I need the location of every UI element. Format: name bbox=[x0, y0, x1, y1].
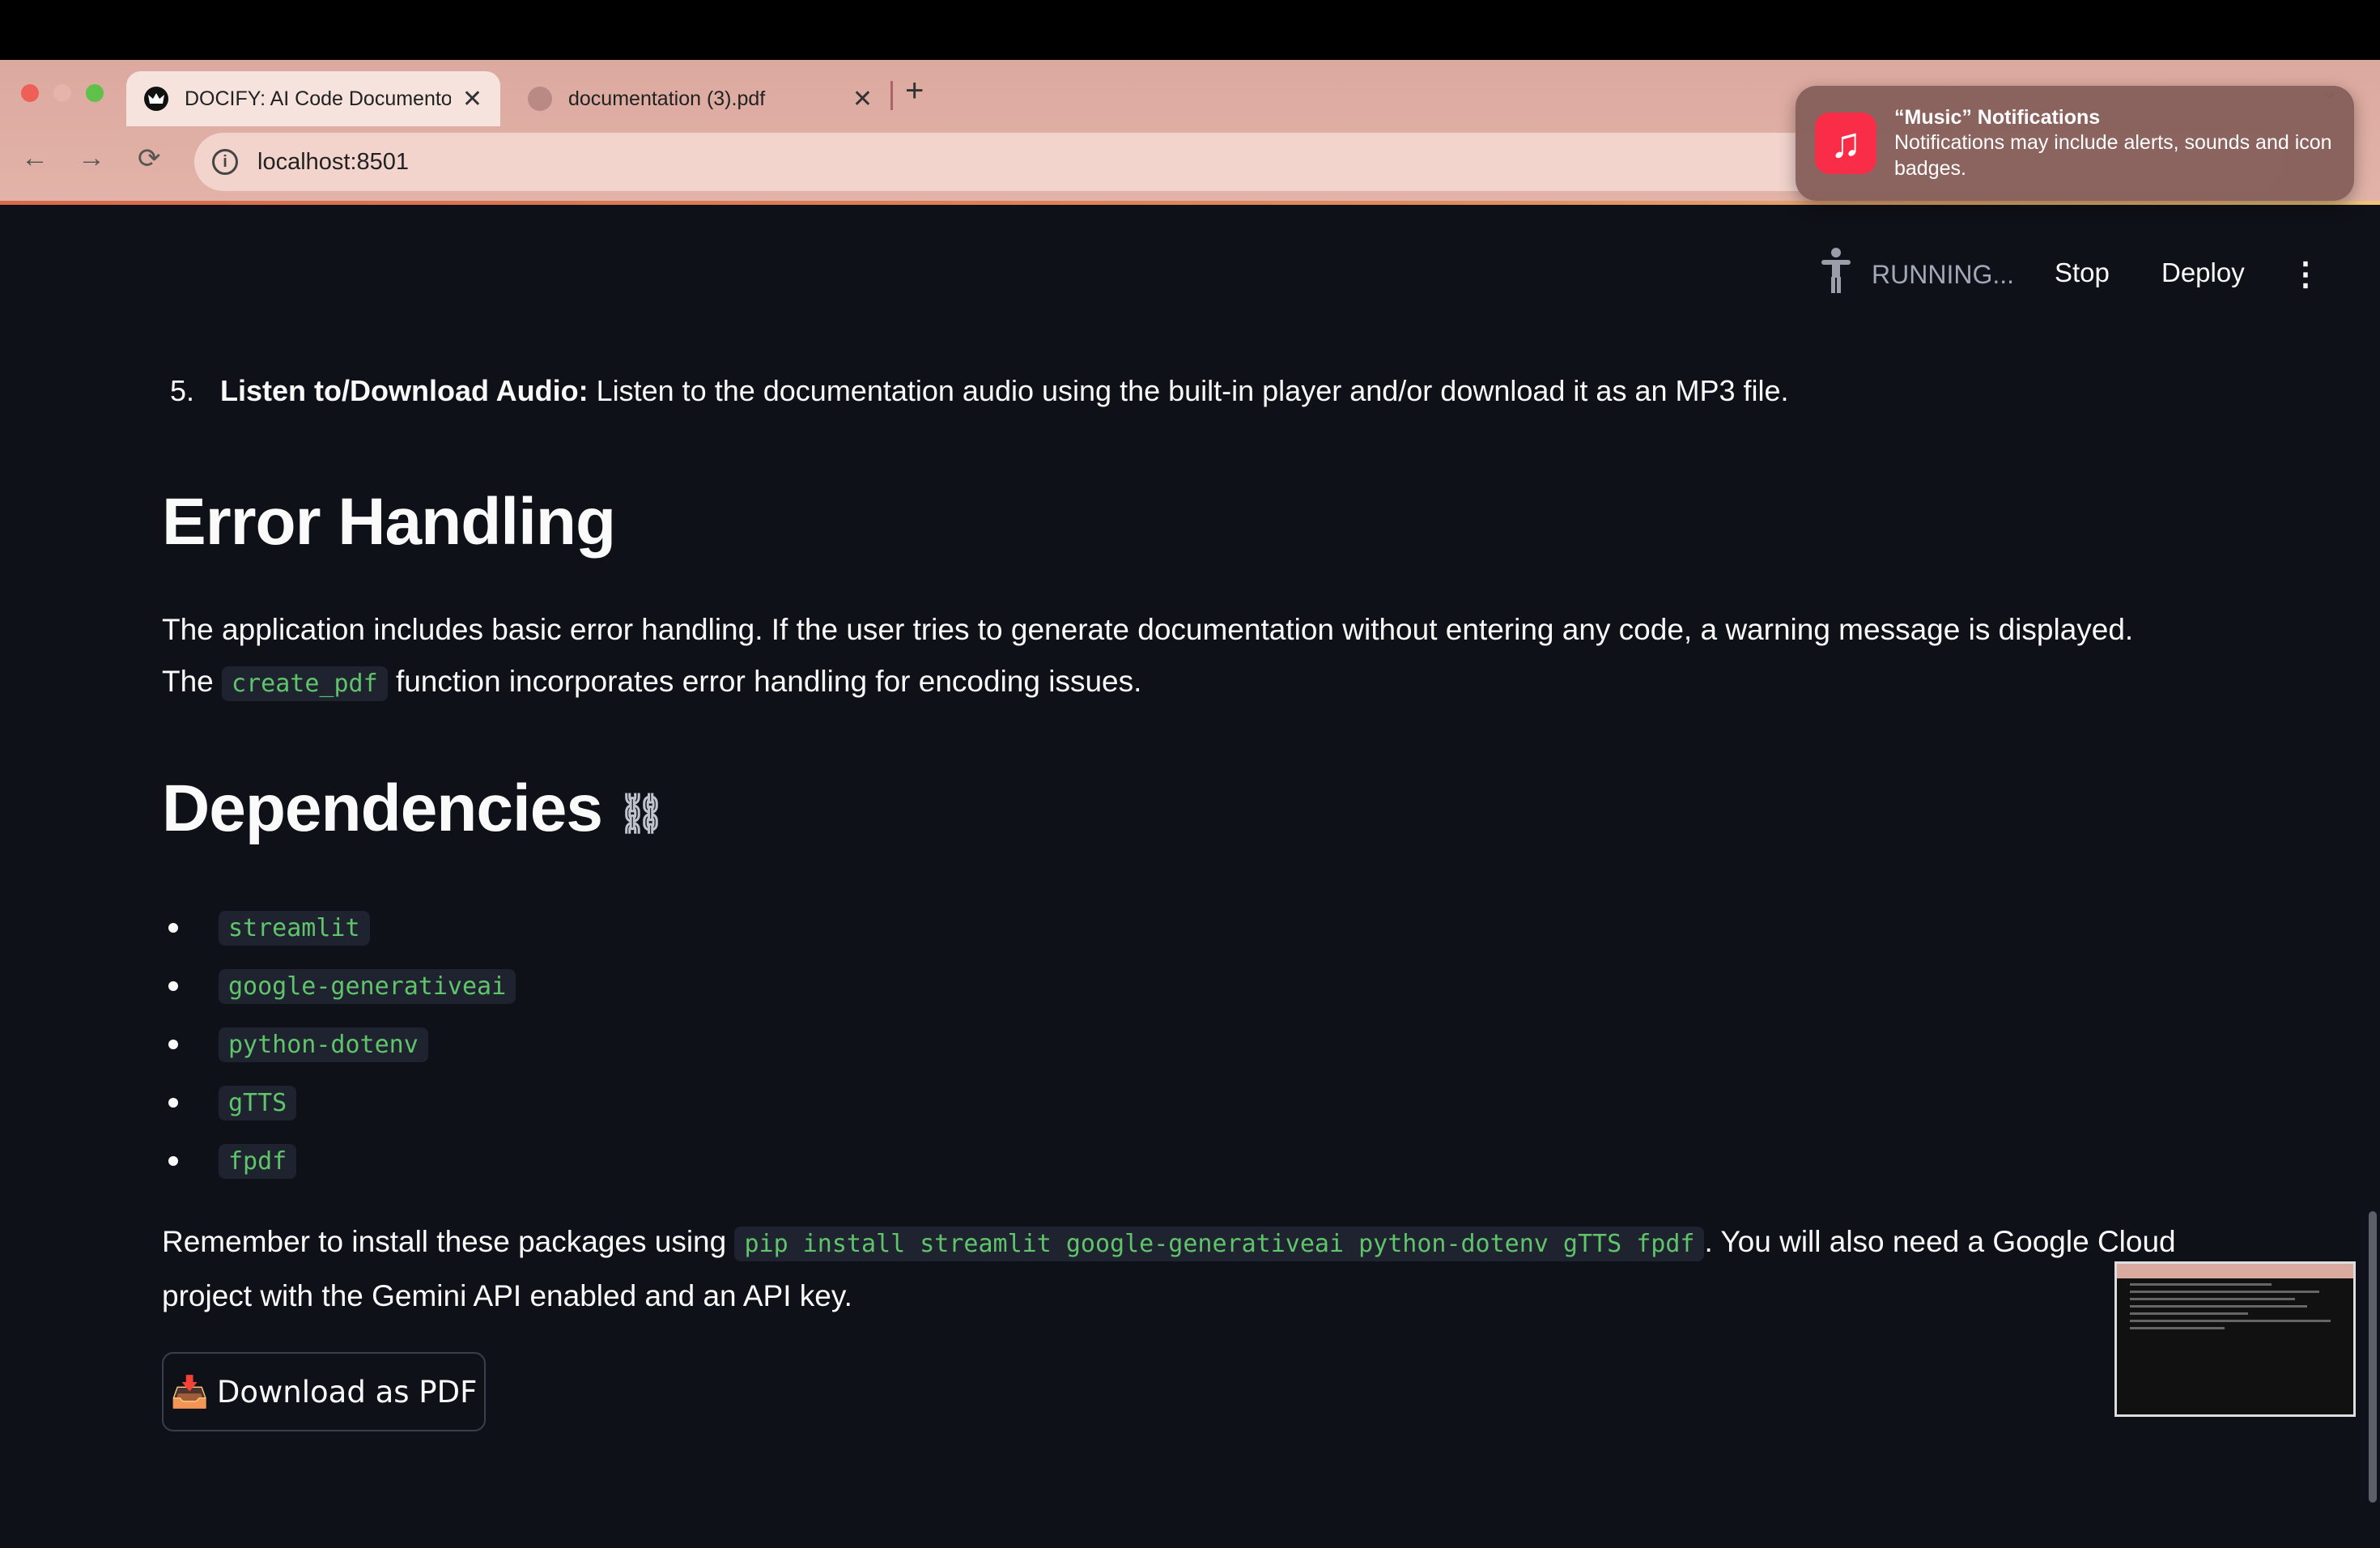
inline-code: pip install streamlit google-generativea… bbox=[734, 1227, 1705, 1261]
text: . You will also need a Google Cloud bbox=[1704, 1225, 2176, 1258]
button-label: Download as PDF bbox=[216, 1374, 478, 1410]
list-number: 5. bbox=[170, 374, 195, 407]
bullet bbox=[168, 923, 178, 933]
minimize-window-button[interactable] bbox=[53, 84, 71, 102]
page-scrollbar[interactable] bbox=[2369, 1211, 2377, 1503]
url-text: localhost:8501 bbox=[257, 148, 410, 175]
back-arrow-icon[interactable]: ← bbox=[21, 142, 49, 174]
globe-favicon-icon bbox=[528, 87, 552, 111]
inbox-tray-icon: 📥 bbox=[170, 1373, 209, 1410]
tab-documentation-pdf[interactable]: documentation (3).pdf ✕ bbox=[510, 71, 890, 126]
status-text: RUNNING... bbox=[1872, 259, 2014, 289]
loading-progress-line bbox=[0, 201, 2380, 205]
crown-favicon-icon bbox=[144, 87, 168, 111]
step-text: Listen to the documentation audio using … bbox=[588, 374, 1789, 407]
anchor-link-icon[interactable]: ⛓ bbox=[617, 793, 666, 836]
music-note-icon: ♫ bbox=[1815, 113, 1876, 174]
bullet bbox=[168, 1098, 178, 1108]
site-info-icon[interactable]: i bbox=[212, 149, 238, 175]
bullet bbox=[168, 1040, 178, 1049]
thumbnail-line bbox=[2130, 1298, 2296, 1300]
running-status: RUNNING... bbox=[1818, 247, 2014, 302]
dependency-code: gTTS bbox=[219, 1085, 297, 1121]
bullet bbox=[168, 981, 178, 991]
list-item: gTTS bbox=[168, 1074, 516, 1132]
inline-code: create_pdf bbox=[222, 666, 388, 701]
dependency-code: fpdf bbox=[219, 1143, 297, 1179]
download-pdf-button[interactable]: 📥 Download as PDF bbox=[162, 1352, 486, 1431]
thumbnail-line bbox=[2130, 1312, 2248, 1315]
tab-separator bbox=[890, 81, 893, 110]
close-window-button[interactable] bbox=[21, 84, 39, 102]
thumbnail-line bbox=[2130, 1291, 2319, 1293]
tab-title: DOCIFY: AI Code Documento bbox=[185, 87, 451, 110]
new-tab-button[interactable]: + bbox=[905, 73, 924, 109]
reload-icon[interactable]: ⟳ bbox=[138, 142, 161, 175]
install-paragraph: Remember to install these packages using… bbox=[162, 1216, 2176, 1322]
thumbnail-line bbox=[2130, 1320, 2331, 1322]
heading-error-handling: Error Handling bbox=[162, 485, 616, 559]
stop-button[interactable]: Stop bbox=[2055, 257, 2110, 288]
paragraph-line: The create_pdf function incorporates err… bbox=[162, 656, 2170, 710]
dependency-code: google-generativeai bbox=[219, 968, 516, 1004]
list-item: google-generativeai bbox=[168, 957, 516, 1015]
text: The bbox=[162, 665, 223, 698]
error-handling-paragraph: The application includes basic error han… bbox=[162, 604, 2170, 710]
list-item: streamlit bbox=[168, 899, 516, 957]
heading-dependencies: Dependencies ⛓ bbox=[162, 771, 666, 847]
step-label: Listen to/Download Audio: bbox=[220, 374, 589, 407]
thumbnail-line bbox=[2130, 1283, 2272, 1286]
close-tab-icon[interactable]: ✕ bbox=[462, 85, 482, 113]
paragraph-line: project with the Gemini API enabled and … bbox=[162, 1279, 852, 1312]
text: Remember to install these packages using bbox=[162, 1225, 735, 1258]
thumbnail-toolbar bbox=[2117, 1264, 2353, 1278]
notification-body: Notifications may include alerts, sounds… bbox=[1894, 130, 2332, 180]
list-item: fpdf bbox=[168, 1132, 516, 1190]
system-top-bar bbox=[0, 0, 2380, 60]
bullet bbox=[168, 1156, 178, 1166]
dependency-code: streamlit bbox=[219, 910, 370, 946]
list-item-step-5: 5. Listen to/Download Audio: Listen to th… bbox=[170, 374, 1789, 408]
thumbnail-line bbox=[2130, 1305, 2307, 1308]
tab-title: documentation (3).pdf bbox=[568, 87, 766, 110]
heading-text: Dependencies bbox=[162, 772, 603, 845]
paragraph-line: Remember to install these packages using… bbox=[162, 1216, 2176, 1270]
dependencies-list: streamlit google-generativeai python-dot… bbox=[168, 899, 516, 1190]
main-menu-icon[interactable]: ⋮ bbox=[2289, 256, 2322, 293]
tab-docify[interactable]: DOCIFY: AI Code Documento ✕ bbox=[126, 71, 500, 126]
window-controls bbox=[21, 84, 104, 102]
paragraph-line: The application includes basic error han… bbox=[162, 613, 2134, 646]
music-notification[interactable]: ♫ “Music” Notifications Notifications ma… bbox=[1796, 86, 2354, 201]
maximize-window-button[interactable] bbox=[86, 84, 104, 102]
close-tab-icon[interactable]: ✕ bbox=[852, 85, 873, 113]
running-person-icon bbox=[1818, 247, 1854, 302]
deploy-button[interactable]: Deploy bbox=[2161, 257, 2245, 288]
notification-title: “Music” Notifications bbox=[1894, 105, 2101, 129]
thumbnail-line bbox=[2130, 1327, 2225, 1329]
dependency-code: python-dotenv bbox=[219, 1027, 428, 1062]
forward-arrow-icon[interactable]: → bbox=[78, 142, 105, 174]
list-item: python-dotenv bbox=[168, 1015, 516, 1074]
screen-recording-thumbnail[interactable] bbox=[2114, 1261, 2356, 1417]
text: function incorporates error handling for… bbox=[387, 665, 1142, 698]
